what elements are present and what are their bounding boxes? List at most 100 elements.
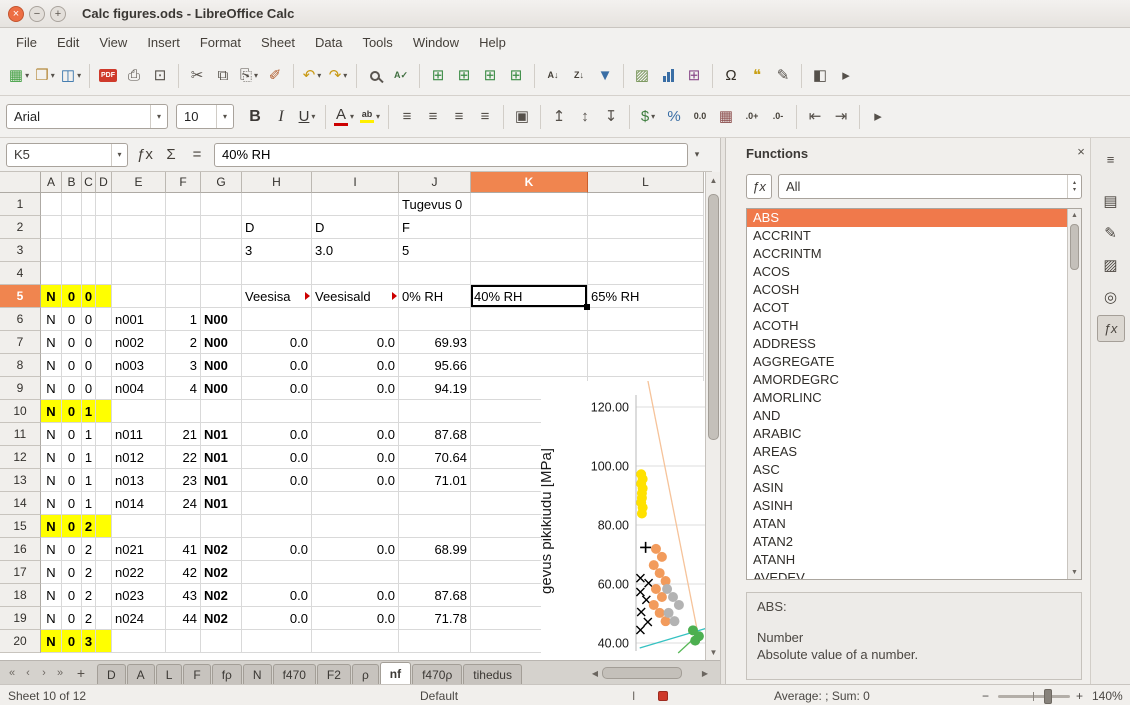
- cell-A9[interactable]: N: [41, 377, 62, 400]
- cell-C17[interactable]: 2: [82, 561, 96, 584]
- column-header-L[interactable]: L: [588, 172, 704, 193]
- column-header-C[interactable]: C: [82, 172, 96, 193]
- chevron-down-icon[interactable]: ▾: [343, 71, 347, 80]
- cell-F19[interactable]: 44: [166, 607, 201, 630]
- cell-J16[interactable]: 68.99: [399, 538, 471, 561]
- cell-E12[interactable]: n012: [112, 446, 166, 469]
- cell-B12[interactable]: 0: [62, 446, 82, 469]
- cell-D20[interactable]: [96, 630, 112, 653]
- cell-D17[interactable]: [96, 561, 112, 584]
- chevron-down-icon[interactable]: ▾: [111, 144, 127, 166]
- cell-F14[interactable]: 24: [166, 492, 201, 515]
- cell-B13[interactable]: 0: [62, 469, 82, 492]
- cell-J7[interactable]: 69.93: [399, 331, 471, 354]
- delete-decimal-place-button[interactable]: .0-: [766, 104, 790, 130]
- cell-H8[interactable]: 0.0: [242, 354, 312, 377]
- horizontal-scrollbar-thumb[interactable]: [602, 667, 682, 679]
- column-header-F[interactable]: F: [166, 172, 201, 193]
- sheet-tab-tihedus[interactable]: tihedus: [463, 664, 522, 685]
- cell-L1[interactable]: [588, 193, 704, 216]
- cell-G5[interactable]: [201, 285, 242, 308]
- select-function-button[interactable]: Σ: [158, 143, 184, 167]
- cell-I12[interactable]: 0.0: [312, 446, 399, 469]
- sidebar-tab-sidebar-settings[interactable]: ≡: [1097, 146, 1125, 173]
- cell-A13[interactable]: N: [41, 469, 62, 492]
- cell-A12[interactable]: N: [41, 446, 62, 469]
- cell-D16[interactable]: [96, 538, 112, 561]
- export-pdf-button[interactable]: PDF: [96, 63, 120, 89]
- cell-H19[interactable]: 0.0: [242, 607, 312, 630]
- vertical-scrollbar-thumb[interactable]: [708, 194, 719, 440]
- row-header-6[interactable]: 6: [0, 308, 41, 331]
- cell-A14[interactable]: N: [41, 492, 62, 515]
- sheet-tab-f470ρ[interactable]: f470ρ: [412, 664, 462, 685]
- cell-K7[interactable]: [471, 331, 588, 354]
- row-header-19[interactable]: 19: [0, 607, 41, 630]
- cell-E7[interactable]: n002: [112, 331, 166, 354]
- cell-F2[interactable]: [166, 216, 201, 239]
- cell-A19[interactable]: N: [41, 607, 62, 630]
- insert-image-button[interactable]: ▨: [630, 63, 654, 89]
- insert-column-after-button[interactable]: ⊞: [504, 63, 528, 89]
- cell-K3[interactable]: [471, 239, 588, 262]
- cell-E8[interactable]: n003: [112, 354, 166, 377]
- cell-K6[interactable]: [471, 308, 588, 331]
- cell-J4[interactable]: [399, 262, 471, 285]
- scroll-right-icon[interactable]: ▶: [698, 665, 712, 681]
- align-center-button[interactable]: ≡: [421, 104, 445, 130]
- cell-A11[interactable]: N: [41, 423, 62, 446]
- cell-B11[interactable]: 0: [62, 423, 82, 446]
- cell-G20[interactable]: [201, 630, 242, 653]
- cell-H10[interactable]: [242, 400, 312, 423]
- font-name-combo[interactable]: Arial ▾: [6, 104, 168, 129]
- chevron-down-icon[interactable]: ▾: [350, 112, 354, 121]
- cell-F13[interactable]: 23: [166, 469, 201, 492]
- row-header-14[interactable]: 14: [0, 492, 41, 515]
- function-item-avedev[interactable]: AVEDEV: [747, 569, 1067, 580]
- row-header-17[interactable]: 17: [0, 561, 41, 584]
- menu-insert[interactable]: Insert: [137, 31, 190, 54]
- insert-special-character-button[interactable]: Ω: [719, 63, 743, 89]
- format-as-date-button[interactable]: ▦: [714, 104, 738, 130]
- function-item-abs[interactable]: ABS: [747, 209, 1067, 227]
- function-item-acoth[interactable]: ACOTH: [747, 317, 1067, 335]
- function-wizard-button[interactable]: ƒx: [132, 143, 158, 167]
- cell-G11[interactable]: N01: [201, 423, 242, 446]
- cell-I9[interactable]: 0.0: [312, 377, 399, 400]
- cell-C2[interactable]: [82, 216, 96, 239]
- cell-B4[interactable]: [62, 262, 82, 285]
- save-button[interactable]: ◫▾: [59, 63, 83, 89]
- cell-C13[interactable]: 1: [82, 469, 96, 492]
- zoom-in-button[interactable]: +: [1076, 685, 1083, 705]
- menu-view[interactable]: View: [89, 31, 137, 54]
- cell-C12[interactable]: 1: [82, 446, 96, 469]
- scroll-left-icon[interactable]: ◀: [588, 665, 602, 681]
- cell-C20[interactable]: 3: [82, 630, 96, 653]
- function-item-acot[interactable]: ACOT: [747, 299, 1067, 317]
- cell-F9[interactable]: 4: [166, 377, 201, 400]
- vertical-scrollbar[interactable]: ▲ ▼: [705, 172, 720, 660]
- cell-A17[interactable]: N: [41, 561, 62, 584]
- menu-file[interactable]: File: [6, 31, 47, 54]
- highlighting-color-button[interactable]: ab▾: [358, 104, 382, 130]
- cell-C8[interactable]: 0: [82, 354, 96, 377]
- cell-F15[interactable]: [166, 515, 201, 538]
- cell-C18[interactable]: 2: [82, 584, 96, 607]
- sidebar-tab-properties[interactable]: ▤: [1097, 187, 1125, 214]
- cell-F4[interactable]: [166, 262, 201, 285]
- cell-I10[interactable]: [312, 400, 399, 423]
- sheet-tab-D[interactable]: D: [97, 664, 126, 685]
- align-top-button[interactable]: ↥: [547, 104, 571, 130]
- cell-F1[interactable]: [166, 193, 201, 216]
- cell-D2[interactable]: [96, 216, 112, 239]
- function-item-atan[interactable]: ATAN: [747, 515, 1067, 533]
- cell-H15[interactable]: [242, 515, 312, 538]
- cell-I19[interactable]: 0.0: [312, 607, 399, 630]
- new-document-button[interactable]: ▦▾: [7, 63, 31, 89]
- cell-E10[interactable]: [112, 400, 166, 423]
- cell-C14[interactable]: 1: [82, 492, 96, 515]
- cell-H6[interactable]: [242, 308, 312, 331]
- cell-G6[interactable]: N00: [201, 308, 242, 331]
- last-sheet-button[interactable]: »: [52, 664, 68, 682]
- function-category-combo[interactable]: All ▴▾: [778, 174, 1082, 199]
